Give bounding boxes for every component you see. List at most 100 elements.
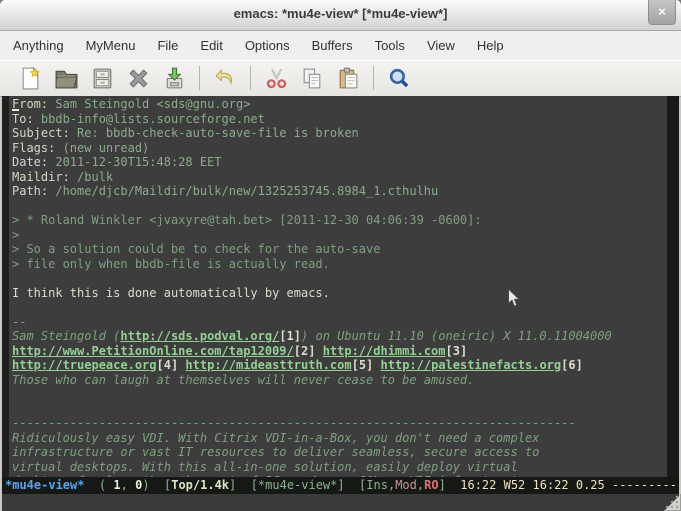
modeline-segment-grn: ) [ xyxy=(142,478,171,492)
text-segment: Re: bbdb-check-auto-save-file is broken xyxy=(70,126,359,140)
buffer-line xyxy=(12,300,667,315)
text-segment: bbdb-info@lists.sourceforge.net xyxy=(34,112,265,126)
new-file-icon xyxy=(18,66,43,91)
title-bar[interactable]: emacs: *mu4e-view* [*mu4e-view*] × xyxy=(0,0,681,31)
text-segment: Ridiculously easy VDI. With Citrix VDI-i… xyxy=(12,431,539,445)
text-segment: [2] xyxy=(294,344,316,358)
modeline-segment-grn: ( xyxy=(84,478,113,492)
modeline-segment-time: 16:22 W52 16:22 0.25 xyxy=(460,478,612,492)
close-buffer-icon xyxy=(126,66,151,91)
copy-button[interactable] xyxy=(295,63,329,93)
modeline-segment-mod: Mod xyxy=(395,478,417,492)
menu-item-tools[interactable]: Tools xyxy=(364,33,416,58)
modeline-segment-buf: *mu4e-view* xyxy=(5,478,84,492)
new-file-button[interactable] xyxy=(13,63,47,93)
buffer-line: -- xyxy=(12,315,667,330)
text-segment: 2011-12-30T15:48:28 EET xyxy=(48,155,221,169)
undo-button[interactable] xyxy=(208,63,242,93)
text-segment: virtual desktops. With this all-in-one s… xyxy=(12,460,518,474)
paste-icon xyxy=(336,66,361,91)
scrollbar[interactable] xyxy=(667,96,679,477)
buffer-line: Path: /home/djcb/Maildir/bulk/new/132525… xyxy=(12,184,667,199)
dired-button[interactable] xyxy=(85,63,119,93)
left-fringe xyxy=(2,96,9,477)
echo-area[interactable] xyxy=(2,494,679,511)
text-segment: -- xyxy=(12,315,26,329)
text-segment: /bulk xyxy=(70,170,113,184)
search-button[interactable] xyxy=(382,63,416,93)
menu-item-edit[interactable]: Edit xyxy=(189,33,233,58)
toolbar xyxy=(0,60,681,97)
menu-item-anything[interactable]: Anything xyxy=(2,33,75,58)
text-segment: ) on Ubuntu 11.10 (oneiric) X 11.0.11004… xyxy=(301,329,612,343)
undo-icon xyxy=(213,66,238,91)
menu-item-file[interactable]: File xyxy=(146,33,189,58)
text-segment: (new unread) xyxy=(55,141,149,155)
buffer-line: http://truepeace.org[4] http://mideasttr… xyxy=(12,358,667,373)
text-segment: > * Roland Winkler <jvaxyre@tah.bet> [20… xyxy=(12,213,482,227)
url-link[interactable]: http://palestinefacts.org xyxy=(381,358,562,372)
editor-area: From: Sam Steingold <sds@gnu.org>To: bbd… xyxy=(2,96,679,477)
buffer-line: > So a solution could be to check for th… xyxy=(12,242,667,257)
buffer-line: virtual desktops. With this all-in-one s… xyxy=(12,460,667,475)
window-title: emacs: *mu4e-view* [*mu4e-view*] xyxy=(0,6,681,21)
menu-item-mymenu[interactable]: MyMenu xyxy=(75,33,147,58)
text-segment: Subject: xyxy=(12,126,70,140)
buffer-line: http://www.PetitionOnline.com/tap12009/[… xyxy=(12,344,667,359)
modeline-segment-grn: , xyxy=(121,478,135,492)
text-segment: Sam Steingold ( xyxy=(12,329,120,343)
url-link[interactable]: http://mideasttruth.com xyxy=(185,358,351,372)
mode-line[interactable]: *mu4e-view* ( 1, 0) [Top/1.4k] [*mu4e-vi… xyxy=(2,477,679,494)
open-file-icon xyxy=(54,66,79,91)
modeline-segment-ro: RO xyxy=(424,478,438,492)
paste-button[interactable] xyxy=(331,63,365,93)
save-buffer-button[interactable] xyxy=(157,63,191,93)
buffer-line: Date: 2011-12-30T15:48:28 EET xyxy=(12,155,667,170)
menu-item-buffers[interactable]: Buffers xyxy=(301,33,364,58)
buffer-line: ----------------------------------------… xyxy=(12,416,667,431)
url-link[interactable]: http://truepeace.org xyxy=(12,358,157,372)
menu-bar: AnythingMyMenuFileEditOptionsBuffersTool… xyxy=(0,31,681,60)
cut-button[interactable] xyxy=(259,63,293,93)
text-segment: [1] xyxy=(279,329,301,343)
text-segment: [6] xyxy=(561,358,583,372)
buffer[interactable]: From: Sam Steingold <sds@gnu.org>To: bbd… xyxy=(9,96,667,477)
text-segment: Sam Steingold <sds@gnu.org> xyxy=(48,97,250,111)
menu-item-options[interactable]: Options xyxy=(234,33,301,58)
text-segment: rom: xyxy=(19,97,48,111)
dired-icon xyxy=(90,66,115,91)
copy-icon xyxy=(300,66,325,91)
text-segment: Maildir: xyxy=(12,170,70,184)
buffer-line: Maildir: /bulk xyxy=(12,170,667,185)
buffer-line: Flags: (new unread) xyxy=(12,141,667,156)
modeline-segment-top: Top/1.4k xyxy=(171,478,229,492)
text-segment: Flags: xyxy=(12,141,55,155)
buffer-line: > * Roland Winkler <jvaxyre@tah.bet> [20… xyxy=(12,213,667,228)
url-link[interactable]: http://sds.podval.org/ xyxy=(120,329,279,343)
text-segment: Path: xyxy=(12,184,48,198)
cut-icon xyxy=(264,66,289,91)
buffer-line: Those who can laugh at themselves will n… xyxy=(12,373,667,388)
url-link[interactable]: http://dhimmi.com xyxy=(323,344,446,358)
menu-item-view[interactable]: View xyxy=(416,33,466,58)
emacs-window: emacs: *mu4e-view* [*mu4e-view*] × Anyth… xyxy=(0,0,681,511)
text-segment: > xyxy=(12,228,19,242)
text-segment: Those who can laugh at themselves will n… xyxy=(12,373,474,387)
menu-item-help[interactable]: Help xyxy=(466,33,515,58)
text-segment: [5] xyxy=(352,358,374,372)
toolbar-separator xyxy=(373,66,374,90)
text-segment: I think this is done automatically by em… xyxy=(12,286,330,300)
buffer-line xyxy=(12,199,667,214)
close-buffer-button[interactable] xyxy=(121,63,155,93)
close-icon: × xyxy=(658,4,666,19)
resize-grip[interactable] xyxy=(664,494,681,511)
buffer-line: Subject: Re: bbdb-check-auto-save-file i… xyxy=(12,126,667,141)
buffer-line: Sam Steingold (http://sds.podval.org/[1]… xyxy=(12,329,667,344)
buffer-line: > xyxy=(12,228,667,243)
url-link[interactable]: http://www.PetitionOnline.com/tap12009/ xyxy=(12,344,294,358)
buffer-line: infrastructure or vast IT resources to d… xyxy=(12,445,667,460)
close-button[interactable]: × xyxy=(648,0,676,25)
open-file-button[interactable] xyxy=(49,63,83,93)
text-segment xyxy=(373,358,380,372)
text-segment: infrastructure or vast IT resources to d… xyxy=(12,445,539,459)
